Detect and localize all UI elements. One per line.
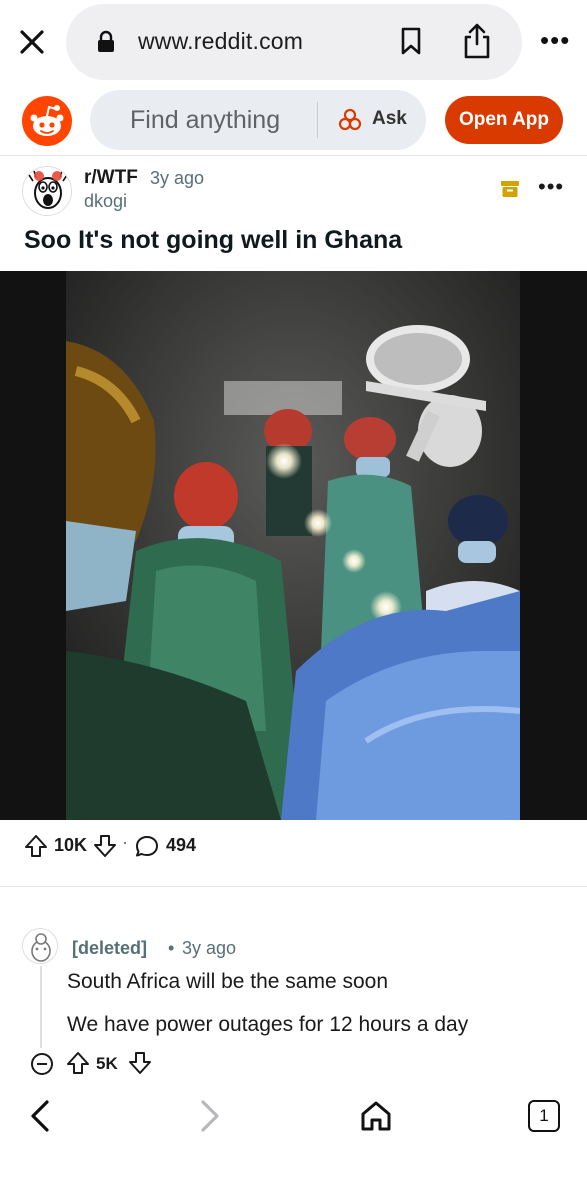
comment: [deleted] • 3y ago South Africa will be … — [0, 924, 587, 1084]
comment-icon[interactable] — [134, 834, 160, 858]
subreddit-name[interactable]: r/WTF — [84, 167, 138, 189]
post-age: 3y ago — [150, 168, 205, 188]
comment-separator: • — [168, 938, 175, 958]
open-app-button[interactable]: Open App — [445, 96, 563, 144]
post-image[interactable] — [0, 271, 587, 820]
tabs-button[interactable]: 1 — [528, 1100, 560, 1132]
action-separator: · — [122, 832, 128, 852]
ask-icon[interactable] — [338, 108, 362, 132]
ask-label[interactable]: Ask — [372, 108, 407, 130]
comment-score: 5K — [96, 1054, 118, 1073]
upvote-icon[interactable] — [24, 834, 48, 858]
post-header: r/WTF 3y ago dkogi ••• — [0, 158, 587, 224]
section-divider — [0, 886, 587, 887]
downvote-icon[interactable] — [93, 834, 117, 858]
close-icon[interactable] — [14, 24, 50, 60]
post-score: 10K — [54, 835, 88, 855]
archive-icon — [500, 180, 520, 198]
post-action-bar: 10K · 494 — [0, 826, 587, 866]
post-author[interactable]: dkogi — [84, 191, 127, 212]
commenter-avatar — [22, 928, 58, 964]
comment-text-line: South Africa will be the same soon — [67, 970, 389, 993]
more-options-icon[interactable]: ••• — [540, 27, 570, 54]
collapse-thread-icon[interactable] — [30, 1052, 54, 1076]
subreddit-avatar[interactable] — [22, 166, 72, 216]
lock-icon — [96, 30, 116, 54]
comment-thread-line — [40, 966, 42, 1048]
back-arrow-icon[interactable] — [26, 1098, 56, 1134]
comment-count[interactable]: 494 — [166, 835, 196, 856]
search-divider — [317, 102, 318, 138]
forward-arrow-icon[interactable] — [194, 1098, 224, 1134]
url-text[interactable]: www.reddit.com — [138, 28, 303, 55]
search-placeholder[interactable]: Find anything — [130, 106, 280, 135]
reddit-logo-icon[interactable] — [22, 96, 72, 146]
post-more-icon[interactable]: ••• — [538, 176, 564, 198]
share-icon[interactable] — [462, 22, 492, 60]
reddit-header: Find anything Ask Open App — [0, 84, 587, 156]
comment-author: [deleted] — [72, 938, 148, 958]
bookmark-icon[interactable] — [398, 26, 424, 56]
post-title[interactable]: Soo It's not going well in Ghana — [24, 226, 402, 255]
operating-room-photo — [66, 271, 520, 820]
address-bar[interactable]: www.reddit.com — [66, 4, 522, 80]
comment-age: 3y ago — [182, 938, 237, 958]
browser-bottom-toolbar: 1 — [0, 1080, 587, 1200]
home-icon[interactable] — [358, 1098, 394, 1134]
browser-toolbar: www.reddit.com ••• — [0, 0, 587, 84]
comment-text-line: We have power outages for 12 hours a day — [67, 1013, 469, 1036]
search-bar[interactable]: Find anything Ask — [90, 90, 426, 150]
comment-downvote-icon[interactable] — [128, 1050, 152, 1076]
comment-upvote-icon[interactable] — [66, 1050, 90, 1076]
